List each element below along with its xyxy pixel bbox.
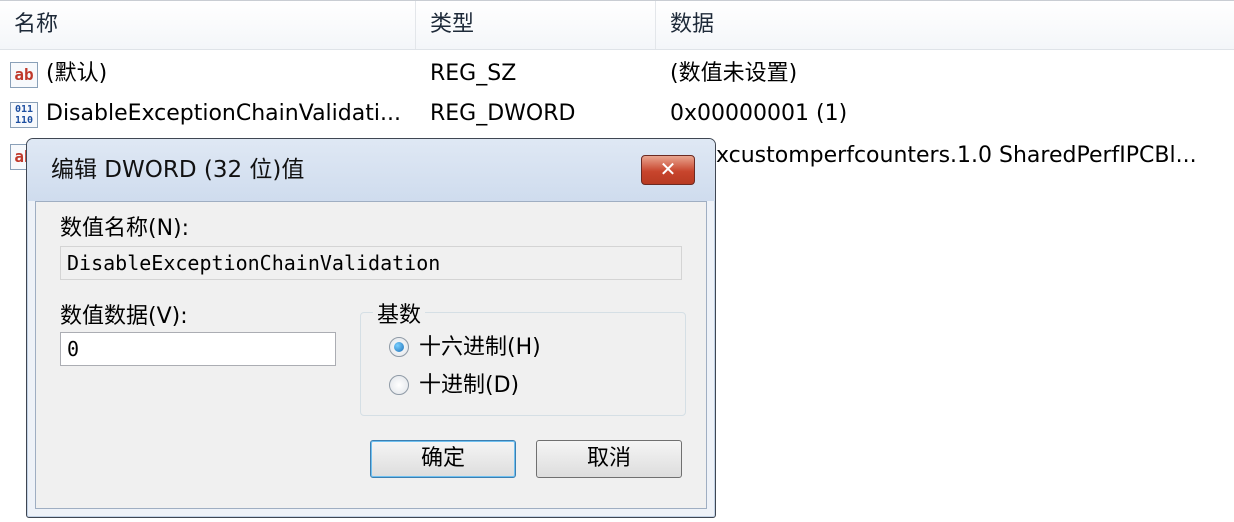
row-data: 0x00000001 (1) — [670, 101, 848, 126]
value-name-label: 数值名称(N): — [60, 216, 190, 241]
value-data-input[interactable]: 0 — [60, 332, 336, 366]
value-data-label: 数值数据(V): — [60, 304, 188, 329]
base-groupbox: 基数 十六进制(H) 十进制(D) — [360, 297, 686, 416]
row-name: (默认) — [46, 61, 108, 86]
radio-dec-label: 十进制(D) — [419, 373, 520, 398]
dialog-title: 编辑 DWORD (32 位)值 — [51, 157, 305, 183]
radio-checked-icon[interactable] — [389, 337, 409, 357]
column-header-data[interactable]: 数据 — [656, 1, 1234, 49]
row-type: REG_DWORD — [430, 101, 576, 126]
value-name-field[interactable]: DisableExceptionChainValidation — [60, 246, 682, 280]
reg-binary-icon: 011 110 — [10, 102, 38, 128]
cancel-button[interactable]: 取消 — [536, 440, 682, 478]
row-data: xcustomperfcounters.1.0 SharedPerfIPCBl.… — [716, 143, 1197, 168]
registry-row-default[interactable]: ab (默认) REG_SZ (数值未设置) — [0, 54, 1234, 94]
row-data: (数值未设置) — [670, 61, 798, 86]
close-icon[interactable]: ✕ — [641, 155, 695, 185]
base-group-title: 基数 — [373, 297, 426, 329]
row-name: DisableExceptionChainValidati... — [46, 101, 401, 126]
column-header-name[interactable]: 名称 — [0, 1, 416, 49]
list-header: 名称 类型 数据 — [0, 0, 1234, 50]
dialog-titlebar[interactable]: 编辑 DWORD (32 位)值 ✕ — [27, 139, 715, 201]
radio-unchecked-icon[interactable] — [389, 375, 409, 395]
ok-button[interactable]: 确定 — [370, 440, 516, 478]
edit-dword-dialog: 编辑 DWORD (32 位)值 ✕ 数值名称(N): DisableExcep… — [26, 138, 716, 518]
registry-row-dword[interactable]: 011 110 DisableExceptionChainValidati...… — [0, 94, 1234, 134]
dialog-body: 数值名称(N): DisableExceptionChainValidation… — [35, 201, 707, 509]
radio-hex-label: 十六进制(H) — [419, 335, 541, 360]
row-type: REG_SZ — [430, 61, 517, 86]
column-header-type[interactable]: 类型 — [416, 1, 656, 49]
reg-string-icon: ab — [10, 62, 38, 88]
